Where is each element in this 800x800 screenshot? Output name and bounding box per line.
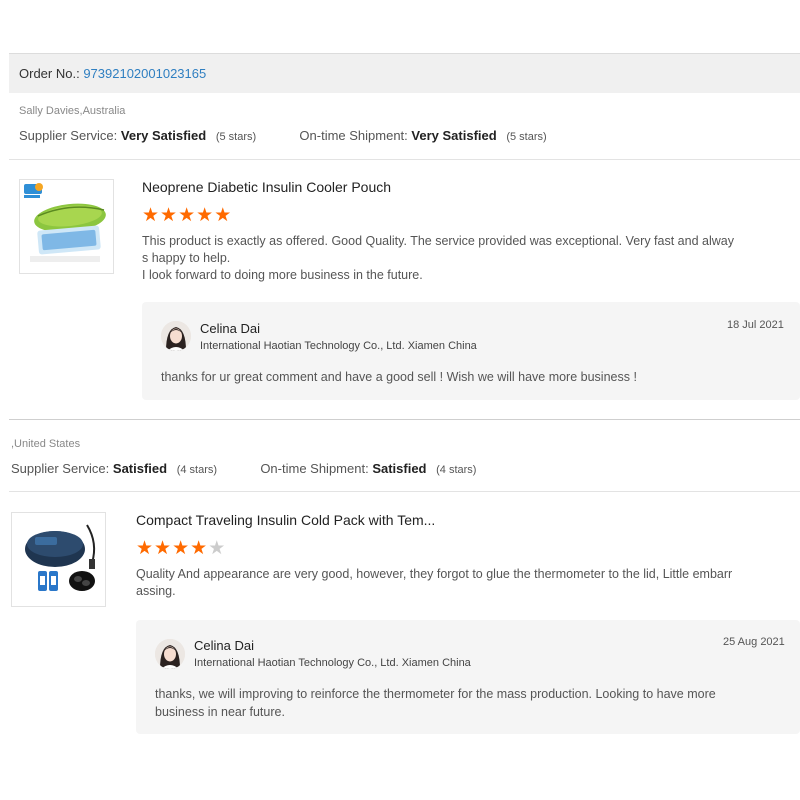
avatar [161,321,191,351]
star-empty-icon: ★ [208,538,227,559]
star-filled-icon: ★ [190,538,209,559]
reply-text-line: thanks, we will improving to reinforce t… [155,687,716,701]
review-text-line: assing. [136,584,176,598]
service-ratings: Supplier Service: Satisfied (4 stars) On… [11,461,476,476]
review-text-line: This product is exactly as offered. Good… [142,234,734,248]
divider [9,419,800,420]
supplier-reply: Celina Dai International Haotian Technol… [142,302,800,400]
avatar-icon [161,321,191,351]
supplier-service-stars: (4 stars) [176,464,218,476]
product-title-link[interactable]: Neoprene Diabetic Insulin Cooler Pouch [142,179,391,195]
supplier-service-stars: (5 stars) [215,131,257,143]
review-text: Quality And appearance are very good, ho… [136,566,781,600]
product-thumbnail[interactable] [11,512,106,607]
order-number-link[interactable]: 97392102001023165 [83,66,206,81]
shipment-value: Satisfied [372,461,427,476]
supplier-service-label: Supplier Service: [19,128,118,143]
star-filled-icon: ★ [154,538,173,559]
reply-company: International Haotian Technology Co., Lt… [194,657,471,669]
shipment-stars: (5 stars) [506,131,547,143]
reply-text: thanks for ur great comment and have a g… [161,368,786,386]
reviewer-name: ,United States [11,438,81,450]
star-filled-icon: ★ [172,538,191,559]
review-text-line: I look forward to doing more business in… [142,268,423,282]
service-ratings: Supplier Service: Very Satisfied (5 star… [19,128,547,143]
insulin-pouch-image [20,180,113,273]
supplier-service-value: Satisfied [112,461,168,476]
reply-text-line: business in near future. [155,705,285,719]
shipment-stars: (4 stars) [436,464,477,476]
star-filled-icon: ★ [178,205,197,226]
insulin-cold-pack-image [12,513,105,606]
reply-text: thanks, we will improving to reinforce t… [155,685,785,721]
review-text: This product is exactly as offered. Good… [142,233,782,284]
product-title-link[interactable]: Compact Traveling Insulin Cold Pack with… [136,512,435,528]
divider [9,159,800,160]
reply-author: Celina Dai [200,321,260,336]
supplier-service-value: Very Satisfied [120,128,207,143]
product-rating: ★★★★★ [136,539,226,558]
reply-date: 25 Aug 2021 [723,636,785,648]
shipment-label: On-time Shipment: [260,461,369,476]
star-filled-icon: ★ [196,205,215,226]
product-rating: ★★★★★ [142,206,232,225]
avatar-icon [155,639,185,669]
order-header: Order No.: 97392102001023165 [9,53,800,93]
reply-text-line: thanks for ur great comment and have a g… [161,370,637,384]
divider [9,491,800,492]
shipment-label: On-time Shipment: [299,128,408,143]
star-filled-icon: ★ [214,205,233,226]
star-filled-icon: ★ [160,205,179,226]
product-thumbnail[interactable] [19,179,114,274]
supplier-reply: Celina Dai International Haotian Technol… [136,620,800,734]
review-text-line: Quality And appearance are very good, ho… [136,567,733,581]
reply-author: Celina Dai [194,638,254,653]
star-filled-icon: ★ [136,538,155,559]
shipment-value: Very Satisfied [411,128,497,143]
reply-company: International Haotian Technology Co., Lt… [200,340,477,352]
order-label: Order No.: [19,66,80,81]
star-filled-icon: ★ [142,205,161,226]
supplier-service-label: Supplier Service: [11,461,110,476]
reply-date: 18 Jul 2021 [727,319,784,331]
review-text-line: s happy to help. [142,251,231,265]
reviewer-name: Sally Davies,Australia [19,105,126,117]
avatar [155,639,185,669]
